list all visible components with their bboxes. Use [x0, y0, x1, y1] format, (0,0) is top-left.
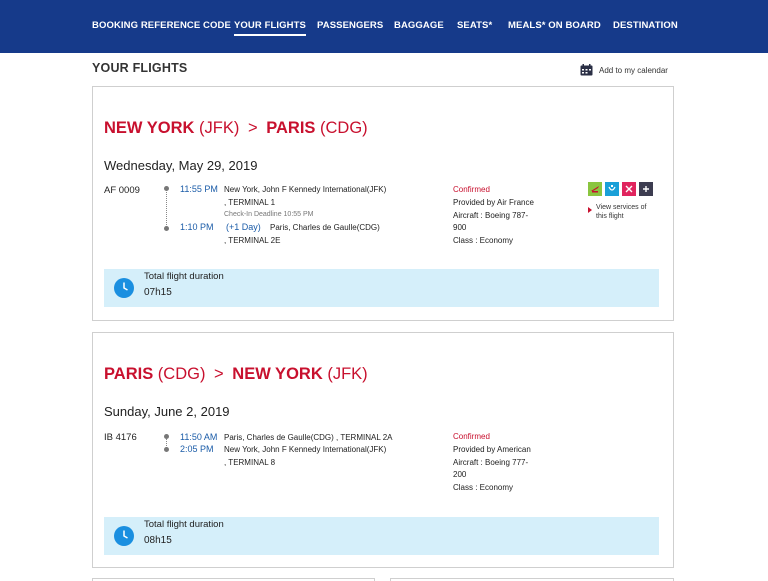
page-title: YOUR FLIGHTS [92, 61, 188, 75]
top-navigation-bar: BOOKING REFERENCE CODE YOUR FLIGHTS PASS… [0, 0, 768, 53]
more-services-icon[interactable] [639, 182, 653, 196]
arrival-time: 2:05 PM [180, 444, 214, 454]
flight-services [588, 182, 653, 196]
operating-carrier: Provided by American [453, 444, 531, 454]
view-services-label: View services of [596, 204, 647, 211]
clock-icon [114, 278, 134, 298]
add-to-calendar-link[interactable]: Add to my calendar [580, 64, 668, 76]
flight-duration-box: Total flight duration 08h15 [104, 517, 659, 555]
origin-city: NEW YORK [104, 119, 195, 137]
destination-city: PARIS [266, 119, 316, 137]
destination-city: NEW YORK [232, 365, 323, 383]
seat-icon[interactable] [588, 182, 602, 196]
route-arrow-icon: > [214, 365, 224, 383]
route-heading: NEW YORK (JFK) > PARIS (CDG) [104, 119, 368, 138]
booking-status: Confirmed [453, 432, 490, 441]
flight-info: Confirmed Provided by Air France Aircraf… [453, 184, 534, 248]
flight-duration-box: Total flight duration 07h15 [104, 269, 659, 307]
aircraft-type: Aircraft : Boeing 787- [453, 210, 529, 220]
arrival-airport: Paris, Charles de Gaulle(CDG) [270, 223, 380, 232]
add-to-calendar-label: Add to my calendar [599, 65, 668, 75]
nav-destination[interactable]: DESTINATION [613, 20, 678, 31]
view-services-label-2: this flight [596, 213, 624, 220]
chevron-right-icon [588, 207, 592, 213]
origin-city: PARIS [104, 365, 154, 383]
arrival-next-day: (+1 Day) [226, 222, 261, 232]
departure-terminal: , TERMINAL 1 [224, 198, 276, 207]
arrival-dot [164, 226, 169, 231]
view-services-link[interactable]: View services of this flight [588, 203, 646, 221]
duration-value: 08h15 [144, 535, 172, 546]
duration-label: Total flight duration [144, 271, 224, 282]
flight-number: IB 4176 [104, 432, 137, 443]
cabin-class: Class : Economy [453, 236, 514, 246]
route-heading: PARIS (CDG) > NEW YORK (JFK) [104, 365, 368, 384]
nav-seats[interactable]: SEATS* [457, 20, 492, 31]
route-arrow-icon: > [247, 119, 258, 137]
nav-meals-on-board[interactable]: MEALS* ON BOARD [508, 20, 601, 31]
departure-dot [164, 186, 169, 191]
departure-time: 11:55 PM [180, 184, 218, 194]
flight-info: Confirmed Provided by American Aircraft … [453, 431, 531, 495]
calendar-icon [580, 64, 593, 76]
baggage-icon[interactable] [605, 182, 619, 196]
arrival-dot [164, 447, 169, 452]
cabin-class: Class : Economy [453, 483, 514, 493]
clock-icon [114, 526, 134, 546]
booking-status: Confirmed [453, 185, 490, 194]
departure-airport: New York, John F Kennedy International(J… [224, 185, 387, 194]
departure-dot [164, 434, 169, 439]
duration-value: 07h15 [144, 287, 172, 298]
nav-your-flights[interactable]: YOUR FLIGHTS [234, 20, 306, 36]
flight-number: AF 0009 [104, 185, 140, 196]
segment-timeline [166, 189, 167, 229]
destination-code: (CDG) [320, 119, 368, 137]
nav-booking-reference-code[interactable]: BOOKING REFERENCE CODE [92, 20, 231, 31]
meal-icon[interactable] [622, 182, 636, 196]
duration-label: Total flight duration [144, 519, 224, 530]
operating-carrier: Provided by Air France [453, 197, 534, 207]
arrival-airport: New York, John F Kennedy International(J… [224, 445, 387, 454]
flight-date: Sunday, June 2, 2019 [104, 404, 230, 419]
aircraft-model: 200 [453, 470, 467, 480]
arrival-time: 1:10 PM [180, 222, 214, 232]
departure-airport: Paris, Charles de Gaulle(CDG) , TERMINAL… [224, 433, 393, 442]
departure-time: 11:50 AM [180, 432, 218, 442]
destination-code: (JFK) [327, 365, 368, 383]
flight-card-outbound: NEW YORK (JFK) > PARIS (CDG) Wednesday, … [92, 86, 674, 321]
arrival-terminal: , TERMINAL 2E [224, 236, 281, 245]
origin-code: (JFK) [199, 119, 240, 137]
arrival-terminal: , TERMINAL 8 [224, 458, 276, 467]
checkin-deadline: Check-In Deadline 10:55 PM [224, 211, 314, 218]
origin-code: (CDG) [157, 365, 206, 383]
nav-baggage[interactable]: BAGGAGE [394, 20, 444, 31]
aircraft-model: 900 [453, 223, 467, 233]
nav-passengers[interactable]: PASSENGERS [317, 20, 383, 31]
aircraft-type: Aircraft : Boeing 777- [453, 457, 529, 467]
flight-card-return: PARIS (CDG) > NEW YORK (JFK) Sunday, Jun… [92, 332, 674, 568]
flight-date: Wednesday, May 29, 2019 [104, 158, 258, 173]
